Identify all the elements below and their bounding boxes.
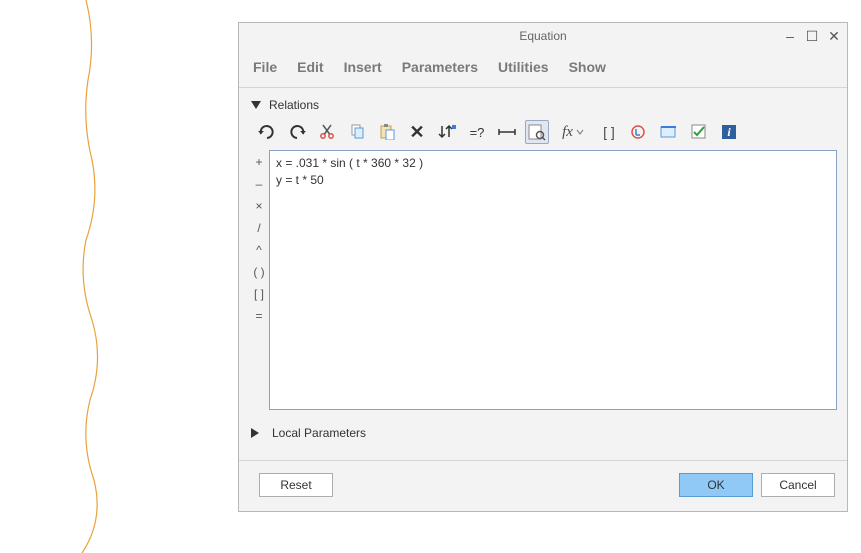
op-plus[interactable]: +	[255, 154, 262, 170]
delete-button[interactable]: ✕	[405, 120, 429, 144]
dialog-footer: Reset OK Cancel	[239, 461, 847, 511]
op-bracket[interactable]: [ ]	[254, 286, 264, 302]
brackets-icon: [ ]	[603, 124, 615, 140]
brackets-button[interactable]: [ ]	[597, 120, 621, 144]
undo-button[interactable]	[255, 120, 279, 144]
undo-icon	[258, 124, 276, 140]
relations-label: Relations	[269, 98, 319, 112]
menu-edit[interactable]: Edit	[297, 59, 323, 75]
check-button[interactable]	[687, 120, 711, 144]
equation-editor[interactable]: x = .031 * sin ( t * 360 * 32 ) y = t * …	[269, 150, 837, 410]
menu-show[interactable]: Show	[569, 59, 606, 75]
copy-button[interactable]	[345, 120, 369, 144]
relations-toolbar: ✕ =?	[249, 118, 837, 150]
reset-button[interactable]: Reset	[259, 473, 333, 497]
op-paren[interactable]: ( )	[253, 264, 264, 280]
window-title: Equation	[519, 29, 566, 43]
redo-icon	[288, 124, 306, 140]
cancel-button[interactable]: Cancel	[761, 473, 835, 497]
equation-line-2: y = t * 50	[276, 172, 830, 189]
evaluate-icon: =?	[470, 125, 485, 140]
op-times[interactable]: ×	[255, 198, 262, 214]
copy-icon	[349, 124, 365, 140]
operator-palette: + – × / ^ ( ) [ ] =	[249, 150, 269, 410]
paste-icon	[379, 124, 395, 140]
cut-button[interactable]	[315, 120, 339, 144]
menu-utilities[interactable]: Utilities	[498, 59, 549, 75]
check-icon	[691, 124, 707, 140]
menu-parameters[interactable]: Parameters	[402, 59, 478, 75]
op-divide[interactable]: /	[257, 220, 260, 236]
sort-button[interactable]	[435, 120, 459, 144]
canvas-curve	[0, 0, 240, 553]
find-icon	[528, 123, 546, 141]
function-button[interactable]: fx	[555, 120, 591, 144]
menu-file[interactable]: File	[253, 59, 277, 75]
info-button[interactable]: i	[717, 120, 741, 144]
verify-button[interactable]	[657, 120, 681, 144]
measure-button[interactable]	[495, 120, 519, 144]
maximize-button[interactable]: ☐	[805, 28, 819, 45]
equation-line-1: x = .031 * sin ( t * 360 * 32 )	[276, 155, 830, 172]
evaluate-button[interactable]: =?	[465, 120, 489, 144]
fx-icon: fx	[562, 124, 573, 141]
verify-icon	[660, 124, 678, 140]
equation-dialog: Equation – ☐ ✕ File Edit Insert Paramete…	[238, 22, 848, 512]
op-power[interactable]: ^	[256, 242, 262, 258]
local-params-label: Local Parameters	[272, 426, 366, 440]
close-button[interactable]: ✕	[827, 28, 841, 45]
units-button[interactable]	[627, 120, 651, 144]
dropdown-icon	[576, 128, 584, 136]
paste-button[interactable]	[375, 120, 399, 144]
scissors-icon	[319, 124, 335, 140]
op-minus[interactable]: –	[256, 176, 263, 192]
menu-insert[interactable]: Insert	[344, 59, 382, 75]
minimize-button[interactable]: –	[783, 28, 797, 44]
disclosure-right-icon	[251, 428, 264, 438]
titlebar[interactable]: Equation – ☐ ✕	[239, 23, 847, 49]
units-icon	[630, 124, 648, 140]
sort-icon	[438, 124, 456, 140]
disclosure-down-icon	[251, 101, 261, 109]
ok-button[interactable]: OK	[679, 473, 753, 497]
delete-icon: ✕	[409, 122, 424, 143]
menubar: File Edit Insert Parameters Utilities Sh…	[239, 49, 847, 88]
measure-icon	[498, 125, 516, 139]
op-equals[interactable]: =	[255, 308, 262, 324]
local-params-section-header[interactable]: Local Parameters	[249, 422, 837, 446]
info-icon: i	[721, 124, 737, 140]
redo-button[interactable]	[285, 120, 309, 144]
find-button[interactable]	[525, 120, 549, 144]
relations-section-header[interactable]: Relations	[249, 94, 837, 118]
